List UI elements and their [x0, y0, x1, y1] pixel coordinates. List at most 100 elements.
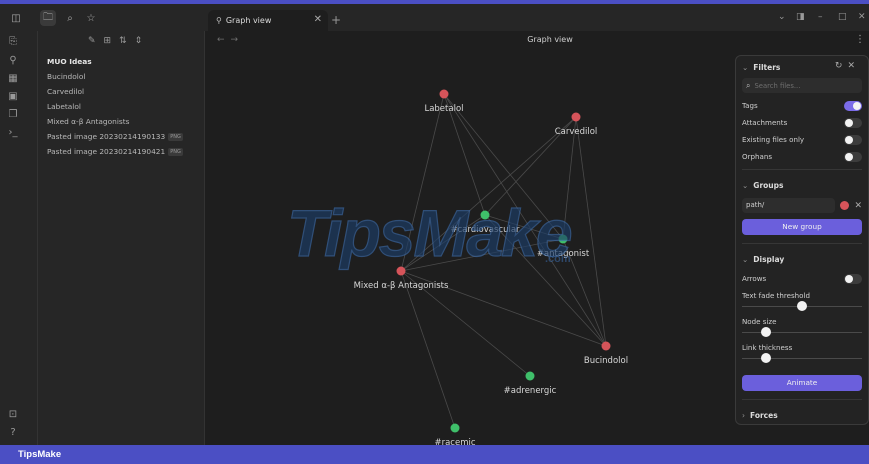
graph-node-dot[interactable]	[450, 423, 460, 433]
bottom-banner: TipsMake	[0, 445, 869, 464]
svg-text:TipsMake: TipsMake	[287, 196, 571, 270]
text-fade-slider[interactable]	[742, 300, 862, 313]
link-thickness-slider[interactable]	[742, 352, 862, 365]
open-file-icon[interactable]: ⎘	[6, 34, 20, 48]
filters-header[interactable]: ⌄ Filters ↻✕	[742, 56, 862, 78]
copy-icon[interactable]: ❐	[6, 107, 20, 121]
file-explorer-icon[interactable]: 🗀	[40, 10, 56, 26]
search-icon[interactable]: ⌕	[62, 10, 78, 26]
minimize-icon[interactable]: –	[818, 12, 823, 22]
new-note-icon[interactable]: ✎	[88, 36, 96, 46]
new-tab-icon[interactable]: +	[331, 13, 341, 27]
group-row: path/ ✕	[742, 198, 862, 213]
chevron-down-icon: ⌄	[742, 254, 749, 264]
terminal-icon[interactable]: ›_	[6, 125, 20, 139]
new-folder-icon[interactable]: ⊞	[104, 36, 112, 46]
graph-icon: ⚲	[216, 16, 222, 25]
panel-actions: ↻✕	[835, 61, 860, 71]
sidebar-toggle-icon[interactable]: ◫	[8, 10, 24, 26]
divider	[742, 169, 862, 170]
animate-button[interactable]: Animate	[742, 375, 862, 391]
new-group-button[interactable]: New group	[742, 219, 862, 235]
attachments-toggle[interactable]	[844, 117, 862, 128]
close-icon[interactable]: ✕	[847, 61, 860, 71]
divider	[742, 243, 862, 244]
link-thickness-label: Link thickness	[742, 343, 793, 352]
graph-node-dot[interactable]	[571, 112, 581, 122]
graph-node[interactable]: Carvedilol	[555, 112, 598, 138]
search-icon: ⌕	[746, 80, 751, 90]
graph-node-label: #adrenergic	[504, 386, 557, 396]
divider	[742, 399, 862, 400]
close-window-icon[interactable]: ✕	[858, 12, 866, 22]
text-fade-label: Text fade threshold	[742, 291, 810, 300]
file-item[interactable]: Carvedilol	[47, 84, 202, 99]
graph-node-label: Carvedilol	[555, 127, 598, 137]
forces-header[interactable]: › Forces	[742, 404, 862, 426]
graph-node-label: Labetalol	[424, 104, 463, 114]
graph-node[interactable]: #racemic	[434, 423, 476, 446]
graph-node-label: Bucindolol	[584, 356, 628, 366]
graph-node[interactable]: #adrenergic	[504, 371, 557, 397]
chevron-right-icon: ›	[742, 410, 745, 420]
tab-graph-view[interactable]: ⚲ Graph view ✕	[208, 10, 328, 31]
graph-node-dot[interactable]	[525, 371, 535, 381]
layout-icon[interactable]: ◨	[796, 12, 805, 22]
groups-header[interactable]: ⌄ Groups	[742, 174, 862, 196]
slider-thumb[interactable]	[761, 327, 771, 337]
toggle-row-tags: Tags	[742, 97, 862, 114]
graph-settings-panel: ⌄ Filters ↻✕ ⌕ Search files... Tags Atta…	[735, 55, 869, 425]
graph-node-label: Mixed α-β Antagonists	[354, 281, 449, 291]
file-item[interactable]: Bucindolol	[47, 69, 202, 84]
file-explorer: ✎ ⊞ ⇅ ⇕ MUO Ideas Bucindolol Carvedilol …	[38, 31, 205, 445]
file-item[interactable]: Pasted image 20230214190133 PNG	[47, 129, 202, 144]
display-header[interactable]: ⌄ Display	[742, 248, 862, 270]
sort-icon[interactable]: ⇅	[119, 36, 127, 46]
slider-thumb[interactable]	[797, 301, 807, 311]
canvas-icon[interactable]: ▦	[6, 71, 20, 85]
toggle-row-attachments: Attachments	[742, 114, 862, 131]
chevron-down-icon: ⌄	[742, 180, 749, 190]
vault-icon[interactable]: ⊡	[6, 407, 20, 421]
file-item[interactable]: Pasted image 20230214190421 PNG	[47, 144, 202, 159]
chevron-down-icon: ⌄	[742, 62, 749, 72]
graph-icon[interactable]: ⚲	[6, 53, 20, 67]
toggle-row-existing-files: Existing files only	[742, 131, 862, 148]
node-size-slider[interactable]	[742, 326, 862, 339]
file-item[interactable]: Labetalol	[47, 99, 202, 114]
close-tab-icon[interactable]: ✕	[314, 14, 322, 25]
orphans-toggle[interactable]	[844, 151, 862, 162]
file-type-badge: PNG	[168, 148, 183, 156]
tab-label: Graph view	[225, 16, 272, 25]
file-item[interactable]: Mixed α-β Antagonists	[47, 114, 202, 129]
file-explorer-toolbar: ✎ ⊞ ⇅ ⇕	[88, 36, 142, 46]
existing-files-toggle[interactable]	[844, 134, 862, 145]
ribbon: ⎘ ⚲ ▦ ▣ ❐ ›_ ⊡ ?	[0, 31, 38, 445]
remove-group-icon[interactable]: ✕	[854, 201, 862, 211]
toggle-row-orphans: Orphans	[742, 148, 862, 165]
chevron-down-icon[interactable]: ⌄	[778, 12, 786, 22]
svg-text:.com: .com	[545, 253, 571, 265]
reset-icon[interactable]: ↻	[835, 61, 848, 71]
collapse-icon[interactable]: ⇕	[135, 36, 143, 46]
graph-node-dot[interactable]	[439, 89, 449, 99]
file-type-badge: PNG	[168, 133, 183, 141]
graph-node[interactable]: Labetalol	[424, 89, 464, 115]
group-query-input[interactable]: path/	[742, 198, 836, 213]
arrows-toggle[interactable]	[844, 273, 862, 284]
watermark-logo: TipsMake .com	[286, 195, 573, 270]
graph-node-dot[interactable]	[601, 341, 611, 351]
help-icon[interactable]: ?	[6, 425, 20, 439]
graph-node[interactable]: Bucindolol	[584, 341, 628, 367]
group-color-picker[interactable]	[840, 201, 850, 210]
tags-toggle[interactable]	[844, 100, 862, 111]
bookmark-icon[interactable]: ☆	[83, 10, 99, 26]
search-files-input[interactable]: ⌕ Search files...	[742, 78, 862, 93]
maximize-icon[interactable]: □	[838, 12, 847, 22]
calendar-icon[interactable]: ▣	[6, 89, 20, 103]
graph-node-label: #racemic	[434, 438, 475, 445]
folder-item[interactable]: MUO Ideas	[47, 54, 202, 69]
graph-link	[400, 270, 456, 429]
title-bar: ◫ 🗀 ⌕ ☆ ⚲ Graph view ✕ + ⌄ ◨ – □ ✕	[0, 4, 869, 31]
slider-thumb[interactable]	[761, 353, 771, 363]
